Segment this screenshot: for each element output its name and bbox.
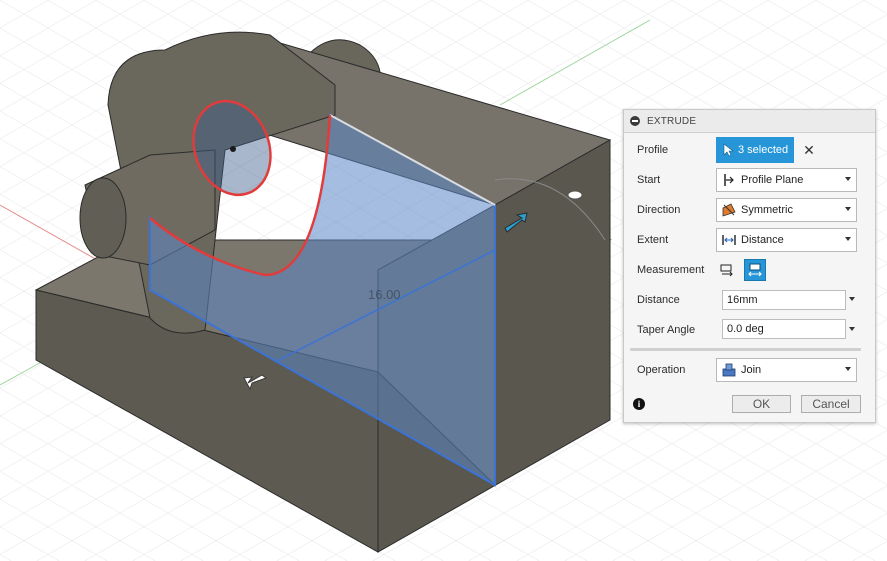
distance-icon (722, 235, 736, 245)
join-icon (722, 363, 736, 377)
clear-selection-icon[interactable]: ✕ (802, 143, 816, 157)
chevron-down-icon (845, 177, 851, 181)
measurement-option-1[interactable] (716, 259, 738, 281)
extrude-dialog: EXTRUDE Profile 3 selected ✕ Start Profi… (623, 109, 876, 423)
start-dropdown[interactable]: Profile Plane (716, 168, 857, 192)
start-value: Profile Plane (741, 174, 804, 186)
taper-angle-input[interactable]: 0.0 deg (722, 319, 846, 339)
measurement-label: Measurement (637, 264, 705, 276)
info-icon[interactable]: i (633, 398, 645, 410)
measurement-option-2[interactable] (744, 259, 766, 281)
operation-label: Operation (637, 364, 686, 376)
direction-value: Symmetric (741, 204, 793, 216)
distance-row: Distance 16mm (624, 286, 875, 314)
extent-row: Extent Distance (624, 226, 875, 254)
extent-dropdown[interactable]: Distance (716, 228, 857, 252)
taper-angle-label: Taper Angle (637, 324, 696, 336)
profile-label: Profile (637, 144, 669, 156)
operation-row: Operation Join (624, 356, 875, 384)
extent-label: Extent (637, 234, 669, 246)
dialog-title: EXTRUDE (647, 115, 697, 127)
operation-value: Join (741, 364, 762, 376)
chevron-down-icon (845, 207, 851, 211)
start-row: Start Profile Plane (624, 166, 875, 194)
profile-row: Profile 3 selected ✕ (624, 136, 875, 164)
profile-plane-icon (724, 174, 734, 186)
distance-label: Distance (637, 294, 680, 306)
extent-value: Distance (741, 234, 784, 246)
cursor-arrow-icon (723, 143, 734, 157)
taper-row: Taper Angle 0.0 deg (624, 316, 875, 344)
profile-selection-count: 3 selected (738, 144, 789, 156)
dimension-label: 16.00 (368, 287, 401, 302)
dialog-header[interactable]: EXTRUDE (624, 110, 875, 133)
collapse-icon[interactable] (630, 116, 640, 126)
ok-button[interactable]: OK (732, 395, 791, 413)
chevron-down-icon[interactable] (849, 327, 855, 331)
divider (630, 348, 861, 351)
measurement-row: Measurement (624, 256, 875, 284)
direction-dropdown[interactable]: Symmetric (716, 198, 857, 222)
measure-offset-icon (720, 264, 733, 277)
symmetric-icon (722, 203, 736, 217)
chevron-down-icon[interactable] (849, 297, 855, 301)
operation-dropdown[interactable]: Join (716, 358, 857, 382)
direction-row: Direction Symmetric (624, 196, 875, 224)
measure-symmetric-icon (748, 263, 762, 277)
chevron-down-icon (845, 237, 851, 241)
distance-input[interactable]: 16mm (722, 290, 846, 310)
chevron-down-icon (845, 367, 851, 371)
cancel-button[interactable]: Cancel (801, 395, 861, 413)
start-label: Start (637, 174, 661, 186)
direction-label: Direction (637, 204, 681, 216)
profile-selection-button[interactable]: 3 selected (716, 137, 794, 163)
